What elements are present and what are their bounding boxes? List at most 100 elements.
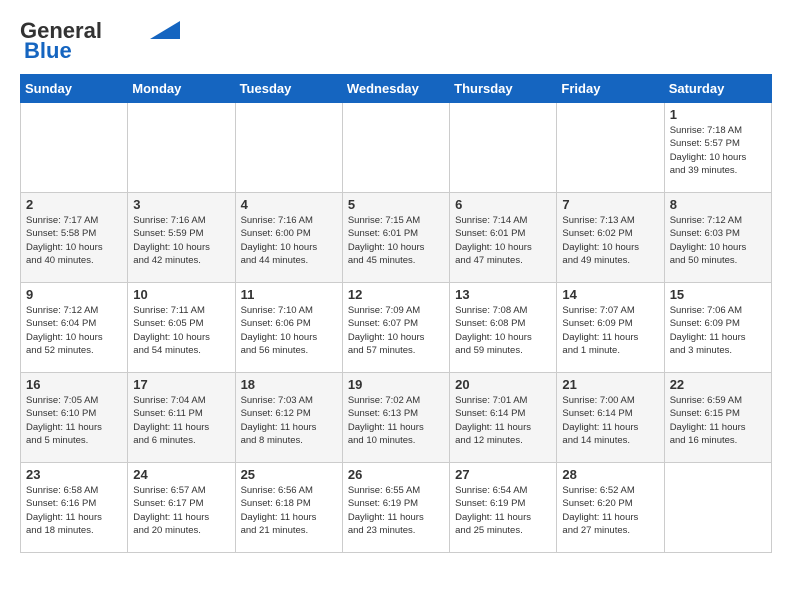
day-info: Sunrise: 7:02 AM Sunset: 6:13 PM Dayligh… [348,394,444,447]
day-info: Sunrise: 7:07 AM Sunset: 6:09 PM Dayligh… [562,304,658,357]
day-number: 22 [670,377,766,392]
day-cell: 5 Sunrise: 7:15 AM Sunset: 6:01 PM Daylig… [342,193,449,283]
day-info: Sunrise: 7:08 AM Sunset: 6:08 PM Dayligh… [455,304,551,357]
day-cell: 9 Sunrise: 7:12 AM Sunset: 6:04 PM Daylig… [21,283,128,373]
day-number: 26 [348,467,444,482]
day-cell: 22 Sunrise: 6:59 AM Sunset: 6:15 PM Dayli… [664,373,771,463]
day-number: 17 [133,377,229,392]
logo-blue: Blue [24,38,72,63]
week-row-2: 2 Sunrise: 7:17 AM Sunset: 5:58 PM Daylig… [21,193,772,283]
day-info: Sunrise: 6:54 AM Sunset: 6:19 PM Dayligh… [455,484,551,537]
day-cell [128,103,235,193]
day-number: 14 [562,287,658,302]
day-cell [342,103,449,193]
day-number: 3 [133,197,229,212]
day-number: 18 [241,377,337,392]
day-info: Sunrise: 6:55 AM Sunset: 6:19 PM Dayligh… [348,484,444,537]
week-row-1: 1Sunrise: 7:18 AM Sunset: 5:57 PM Daylig… [21,103,772,193]
day-info: Sunrise: 7:12 AM Sunset: 6:03 PM Dayligh… [670,214,766,267]
day-cell [450,103,557,193]
day-number: 23 [26,467,122,482]
day-cell: 20 Sunrise: 7:01 AM Sunset: 6:14 PM Dayli… [450,373,557,463]
day-number: 15 [670,287,766,302]
weekday-sunday: Sunday [21,75,128,103]
day-number: 6 [455,197,551,212]
weekday-tuesday: Tuesday [235,75,342,103]
day-number: 21 [562,377,658,392]
page-header: General Blue [20,20,772,64]
day-info: Sunrise: 7:06 AM Sunset: 6:09 PM Dayligh… [670,304,766,357]
day-cell [557,103,664,193]
day-cell: 16Sunrise: 7:05 AM Sunset: 6:10 PM Dayli… [21,373,128,463]
day-info: Sunrise: 7:18 AM Sunset: 5:57 PM Dayligh… [670,124,766,177]
day-info: Sunrise: 7:16 AM Sunset: 6:00 PM Dayligh… [241,214,337,267]
day-cell: 4 Sunrise: 7:16 AM Sunset: 6:00 PM Daylig… [235,193,342,283]
day-cell: 8 Sunrise: 7:12 AM Sunset: 6:03 PM Daylig… [664,193,771,283]
day-cell: 19 Sunrise: 7:02 AM Sunset: 6:13 PM Dayli… [342,373,449,463]
day-info: Sunrise: 6:58 AM Sunset: 6:16 PM Dayligh… [26,484,122,537]
day-number: 2 [26,197,122,212]
day-cell: 13 Sunrise: 7:08 AM Sunset: 6:08 PM Dayli… [450,283,557,373]
day-cell: 15 Sunrise: 7:06 AM Sunset: 6:09 PM Dayli… [664,283,771,373]
day-number: 4 [241,197,337,212]
day-number: 20 [455,377,551,392]
calendar: SundayMondayTuesdayWednesdayThursdayFrid… [20,74,772,553]
day-cell: 24Sunrise: 6:57 AM Sunset: 6:17 PM Dayli… [128,463,235,553]
day-number: 7 [562,197,658,212]
day-info: Sunrise: 7:00 AM Sunset: 6:14 PM Dayligh… [562,394,658,447]
day-info: Sunrise: 7:01 AM Sunset: 6:14 PM Dayligh… [455,394,551,447]
weekday-friday: Friday [557,75,664,103]
day-cell: 12 Sunrise: 7:09 AM Sunset: 6:07 PM Dayli… [342,283,449,373]
weekday-wednesday: Wednesday [342,75,449,103]
day-info: Sunrise: 7:14 AM Sunset: 6:01 PM Dayligh… [455,214,551,267]
day-number: 13 [455,287,551,302]
day-number: 5 [348,197,444,212]
day-cell: 10 Sunrise: 7:11 AM Sunset: 6:05 PM Dayli… [128,283,235,373]
day-info: Sunrise: 7:15 AM Sunset: 6:01 PM Dayligh… [348,214,444,267]
day-cell: 2 Sunrise: 7:17 AM Sunset: 5:58 PM Daylig… [21,193,128,283]
day-info: Sunrise: 7:10 AM Sunset: 6:06 PM Dayligh… [241,304,337,357]
day-cell: 18 Sunrise: 7:03 AM Sunset: 6:12 PM Dayli… [235,373,342,463]
day-cell: 3Sunrise: 7:16 AM Sunset: 5:59 PM Daylig… [128,193,235,283]
day-number: 8 [670,197,766,212]
week-row-3: 9 Sunrise: 7:12 AM Sunset: 6:04 PM Daylig… [21,283,772,373]
day-number: 19 [348,377,444,392]
day-info: Sunrise: 7:13 AM Sunset: 6:02 PM Dayligh… [562,214,658,267]
day-number: 24 [133,467,229,482]
week-row-4: 16Sunrise: 7:05 AM Sunset: 6:10 PM Dayli… [21,373,772,463]
logo: General Blue [20,20,180,64]
day-number: 28 [562,467,658,482]
day-cell: 1Sunrise: 7:18 AM Sunset: 5:57 PM Daylig… [664,103,771,193]
day-info: Sunrise: 7:12 AM Sunset: 6:04 PM Dayligh… [26,304,122,357]
weekday-header-row: SundayMondayTuesdayWednesdayThursdayFrid… [21,75,772,103]
week-row-5: 23 Sunrise: 6:58 AM Sunset: 6:16 PM Dayli… [21,463,772,553]
day-info: Sunrise: 7:04 AM Sunset: 6:11 PM Dayligh… [133,394,229,447]
logo-icon [150,21,180,39]
day-info: Sunrise: 7:03 AM Sunset: 6:12 PM Dayligh… [241,394,337,447]
day-cell: 17 Sunrise: 7:04 AM Sunset: 6:11 PM Dayli… [128,373,235,463]
day-cell: 21 Sunrise: 7:00 AM Sunset: 6:14 PM Dayli… [557,373,664,463]
weekday-thursday: Thursday [450,75,557,103]
day-cell: 23 Sunrise: 6:58 AM Sunset: 6:16 PM Dayli… [21,463,128,553]
day-cell: 7 Sunrise: 7:13 AM Sunset: 6:02 PM Daylig… [557,193,664,283]
day-cell [664,463,771,553]
day-number: 10 [133,287,229,302]
day-cell: 14 Sunrise: 7:07 AM Sunset: 6:09 PM Dayli… [557,283,664,373]
day-cell: 6 Sunrise: 7:14 AM Sunset: 6:01 PM Daylig… [450,193,557,283]
day-info: Sunrise: 6:52 AM Sunset: 6:20 PM Dayligh… [562,484,658,537]
weekday-saturday: Saturday [664,75,771,103]
day-info: Sunrise: 6:59 AM Sunset: 6:15 PM Dayligh… [670,394,766,447]
day-number: 27 [455,467,551,482]
day-cell [235,103,342,193]
day-info: Sunrise: 7:09 AM Sunset: 6:07 PM Dayligh… [348,304,444,357]
day-number: 9 [26,287,122,302]
day-number: 12 [348,287,444,302]
day-cell: 27 Sunrise: 6:54 AM Sunset: 6:19 PM Dayli… [450,463,557,553]
day-info: Sunrise: 7:05 AM Sunset: 6:10 PM Dayligh… [26,394,122,447]
day-info: Sunrise: 7:11 AM Sunset: 6:05 PM Dayligh… [133,304,229,357]
day-cell: 26 Sunrise: 6:55 AM Sunset: 6:19 PM Dayli… [342,463,449,553]
day-number: 11 [241,287,337,302]
day-info: Sunrise: 7:17 AM Sunset: 5:58 PM Dayligh… [26,214,122,267]
day-number: 25 [241,467,337,482]
day-cell [21,103,128,193]
